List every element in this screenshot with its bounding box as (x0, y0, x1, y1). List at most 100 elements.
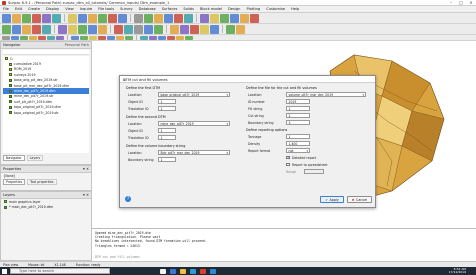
store-icon[interactable] (190, 268, 196, 274)
toolbar-tool-icon[interactable] (108, 13, 117, 23)
mail-icon[interactable] (210, 268, 216, 274)
menu-item[interactable]: Design (228, 7, 240, 11)
toolbar-tool-icon[interactable] (174, 13, 183, 23)
toolbar-tool-icon[interactable] (2, 13, 11, 23)
toolbar-tool-icon[interactable] (125, 35, 133, 40)
toolbar-tool-icon[interactable] (88, 13, 97, 23)
edge-icon[interactable] (170, 268, 176, 274)
id-number-field[interactable]: 2019 (286, 99, 310, 105)
toolbar-tool-icon[interactable] (149, 35, 157, 40)
toolbar-tool-icon[interactable] (32, 24, 41, 34)
surpac-app-icon[interactable] (200, 268, 206, 274)
toolbar-tool-icon[interactable] (12, 13, 21, 23)
second-trisolation-field[interactable]: 1 (158, 135, 176, 141)
toolbar-tool-icon[interactable] (98, 13, 107, 23)
tab-properties[interactable]: Properties (3, 179, 26, 185)
toolbar-tool-icon[interactable] (190, 24, 199, 34)
second-object-id-field[interactable]: 1 (158, 128, 176, 134)
toolbar-tool-icon[interactable] (140, 35, 148, 40)
toolbar-tool-icon[interactable] (220, 13, 229, 23)
toolbar-tool-icon[interactable] (2, 24, 11, 34)
toolbar-tool-icon[interactable] (38, 35, 46, 40)
menu-item[interactable]: Edit (15, 7, 22, 11)
toolbar-tool-icon[interactable] (47, 35, 55, 40)
toolbar-tool-icon[interactable] (98, 35, 106, 40)
toolbar-tool-icon[interactable] (236, 24, 245, 34)
toolbar-tool-icon[interactable] (164, 13, 173, 23)
menu-item[interactable]: Database (139, 7, 156, 11)
toolbar-tool-icon[interactable] (167, 35, 175, 40)
windows-start-icon[interactable] (2, 268, 7, 274)
cancel-button[interactable]: ✖ Cancel (347, 196, 372, 203)
tab-tool-properties[interactable]: Tool properties (27, 179, 57, 185)
navigator-file-item[interactable]: topo_original_pit7r_2019.str (3, 110, 89, 115)
toolbar-tool-icon[interactable] (158, 35, 166, 40)
toolbar-tool-icon[interactable] (68, 13, 77, 23)
navigator-path-field[interactable] (3, 50, 89, 55)
tab-navigator[interactable]: Navigator (3, 155, 25, 161)
toolbar-tool-icon[interactable] (134, 24, 143, 34)
menu-item[interactable]: Survey (120, 7, 133, 11)
first-object-id-field[interactable]: 1 (158, 99, 176, 105)
menu-item[interactable]: View (65, 7, 74, 11)
toolbar-tool-icon[interactable] (116, 35, 124, 40)
toolbar-tool-icon[interactable] (20, 35, 28, 40)
file-explorer-icon[interactable] (180, 268, 186, 274)
task-view-icon[interactable] (160, 268, 166, 274)
tab-layers[interactable]: Layers (26, 155, 44, 161)
toolbar-tool-icon[interactable] (154, 24, 163, 34)
output-location-combo[interactable]: volume_pit7r_mar_dec_2019 ▾ (286, 92, 366, 98)
layer-item-dtm[interactable]: * main_dec_pit7r_2019.dtm (1, 204, 91, 209)
density-field[interactable]: 1.400 (286, 141, 310, 147)
menu-item[interactable]: Solids (183, 7, 194, 11)
toolbar-tool-icon[interactable] (2, 35, 10, 40)
toolbar-tool-icon[interactable] (144, 24, 153, 34)
toolbar-tool-icon[interactable] (240, 13, 249, 23)
toolbar-tool-icon[interactable] (154, 13, 163, 23)
menu-item[interactable]: Help (291, 7, 299, 11)
help-icon[interactable]: ? (125, 196, 131, 202)
boundary-string-field[interactable]: 1 (158, 157, 176, 163)
toolbar-tool-icon[interactable] (89, 35, 97, 40)
menu-item[interactable]: Create (28, 7, 40, 11)
toolbar-tool-icon[interactable] (124, 24, 133, 34)
toolbar-tool-icon[interactable] (184, 13, 193, 23)
toolbar-tool-icon[interactable] (107, 35, 115, 40)
toolbar-tool-icon[interactable] (88, 24, 97, 34)
clock[interactable]: 8:54 AM 17/12/2019 (426, 268, 466, 274)
apply-button[interactable]: ✔ Apply (320, 196, 344, 203)
toolbar-tool-icon[interactable] (42, 24, 51, 34)
toolbar-tool-icon[interactable] (68, 24, 77, 34)
menu-item[interactable]: Plotting (246, 7, 260, 11)
toolbar-tool-icon[interactable] (22, 24, 31, 34)
right-boundary-string-field[interactable]: 3 (286, 120, 310, 126)
toolbar-tool-icon[interactable] (230, 13, 239, 23)
toolbar-tool-icon[interactable] (200, 13, 209, 23)
taskbar-search-input[interactable]: Type here to search (10, 268, 110, 274)
second-location-combo[interactable]: mine_dec_pit7r_2019 ▾ (158, 121, 230, 127)
toolbar-tool-icon[interactable] (71, 35, 79, 40)
panel-pin-icon[interactable]: ▾ ✕ (83, 167, 89, 171)
toolbar-tool-icon[interactable] (52, 13, 61, 23)
menu-item[interactable]: File tools (98, 7, 114, 11)
menu-item[interactable]: File (3, 7, 9, 11)
toolbar-tool-icon[interactable] (134, 13, 143, 23)
toolbar-tool-icon[interactable] (226, 24, 235, 34)
detailed-report-checkbox[interactable] (286, 155, 290, 160)
toolbar-tool-icon[interactable] (170, 24, 179, 34)
toolbar-tool-icon[interactable] (42, 13, 51, 23)
panel-menu-icon[interactable]: ▾ ✕ (83, 193, 89, 197)
report-spreadsheet-checkbox[interactable] (286, 162, 290, 167)
toolbar-tool-icon[interactable] (185, 35, 193, 40)
toolbar-tool-icon[interactable] (78, 13, 87, 23)
dialog-close-icon[interactable]: × (123, 78, 373, 82)
fill-string-field[interactable]: 1 (286, 106, 310, 112)
command-line[interactable]: DTM cut and fill volumes (95, 255, 140, 259)
toolbar-tool-icon[interactable] (98, 24, 107, 34)
toolbar-tool-icon[interactable] (32, 13, 41, 23)
toolbar-tool-icon[interactable] (12, 24, 21, 34)
report-format-combo[interactable]: not ▾ (286, 148, 310, 154)
toolbar-tool-icon[interactable] (180, 24, 189, 34)
toolbar-tool-icon[interactable] (200, 24, 209, 34)
toolbar-tool-icon[interactable] (11, 35, 19, 40)
